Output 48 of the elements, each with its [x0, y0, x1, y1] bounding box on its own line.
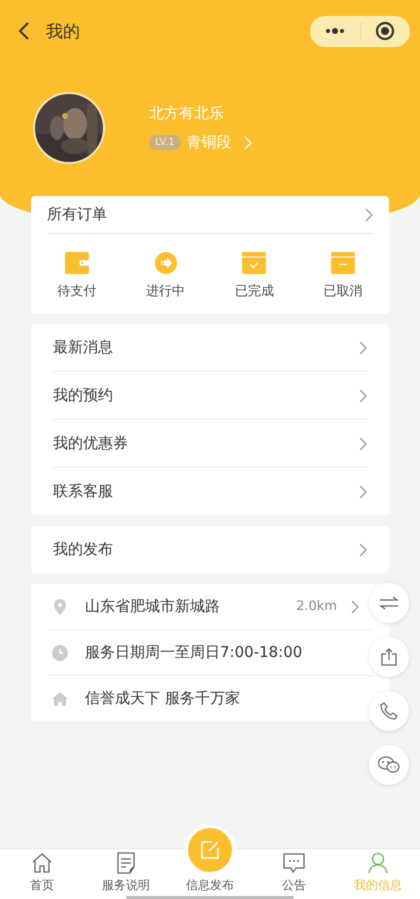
chevron-icon [244, 136, 252, 150]
order-status-button[interactable]: 已取消 [312, 252, 373, 300]
chevron-icon [365, 208, 373, 222]
tab[interactable]: 服务说明 [84, 849, 168, 899]
home-icon [52, 692, 68, 706]
chat-button[interactable] [369, 745, 409, 785]
tab[interactable]: 首页 [0, 849, 84, 899]
all-orders-row[interactable]: 所有订单 [47, 196, 373, 234]
info-text: 山东省肥城市新城路 [85, 597, 221, 616]
menu-item[interactable]: 联系客服 [53, 468, 367, 515]
location-pin-icon [54, 598, 66, 614]
level-badge: LV.1 [149, 135, 181, 150]
swap-icon [379, 596, 399, 610]
user-icon [367, 852, 389, 874]
check-calendar-icon [241, 252, 268, 274]
message-icon [283, 852, 305, 874]
target-icon [375, 21, 396, 41]
tab[interactable]: 公告 [252, 849, 336, 899]
chevron-icon [359, 542, 367, 556]
share-icon [381, 648, 397, 666]
chat-icon [378, 756, 400, 774]
user-name: 北方有北乐 [149, 104, 225, 123]
distance-text: 2.0km [296, 599, 337, 614]
chevron-icon [359, 388, 367, 402]
page-title: 我的 [46, 20, 81, 42]
clock-icon [52, 644, 68, 660]
menu-item[interactable]: 我的优惠券 [53, 420, 367, 468]
menu-item[interactable]: 最新消息 [53, 324, 367, 372]
more-icon [324, 28, 345, 34]
order-status-button[interactable]: 待支付 [47, 252, 107, 300]
chevron-icon [359, 484, 367, 498]
info-text: 服务日期周一至周日7:00-18:00 [85, 643, 304, 662]
phone-button[interactable] [369, 691, 409, 731]
order-status-button[interactable]: 已完成 [224, 252, 284, 300]
order-status-button[interactable]: 进行中 [136, 252, 196, 300]
document-icon [115, 852, 137, 874]
swap-button[interactable] [369, 583, 409, 623]
wallet-icon [64, 252, 90, 274]
share-button[interactable] [369, 637, 409, 677]
edit-icon [188, 828, 232, 872]
menu-item[interactable]: 我的预约 [53, 372, 367, 420]
chevron-icon [359, 340, 367, 354]
home-icon [31, 852, 53, 874]
phone-icon [380, 702, 398, 720]
chevron-icon [359, 436, 367, 450]
back-icon [18, 22, 30, 40]
minus-calendar-icon [330, 252, 356, 274]
info-text: 信誉成天下 服务千万家 [85, 689, 241, 708]
